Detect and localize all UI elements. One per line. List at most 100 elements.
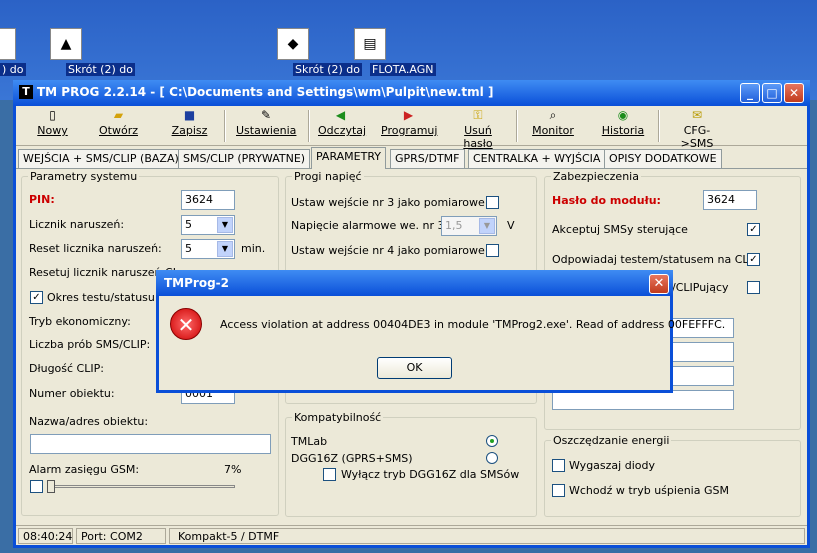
dgg-radio[interactable] <box>486 452 498 464</box>
usp-checkbox[interactable] <box>552 484 565 497</box>
slider-thumb[interactable] <box>47 480 55 493</box>
window-titlebar[interactable]: T TM PROG 2.2.14 - [ C:\Documents and Se… <box>13 80 810 106</box>
new-file-icon: ▯ <box>49 108 56 122</box>
okres-label: Okres testu/statusu co <box>47 291 172 304</box>
toolbar: ▯ Nowy ▰ Otwórz ■ Zapisz ✎ Ustawienia ◀ Odczy… <box>16 106 807 150</box>
toolbar-button-otworz[interactable]: ▰ Otwórz <box>96 108 141 144</box>
toolbar-button-ustawienia[interactable]: ✎ Ustawienia <box>236 108 296 144</box>
ok-button[interactable]: OK <box>377 357 452 379</box>
alarm-checkbox[interactable] <box>30 480 43 493</box>
document-icon: ▤ <box>354 28 386 60</box>
chevron-down-icon: ▼ <box>217 241 233 257</box>
diody-label: Wygaszaj diody <box>569 459 655 472</box>
shortcut-icon: ▲ <box>50 28 82 60</box>
nazwa-label: Nazwa/adres obiektu: <box>29 415 149 428</box>
status-time: 08:40:24 <box>18 528 73 544</box>
diody-checkbox[interactable] <box>552 459 565 472</box>
status-port: Port: COM2 <box>76 528 166 544</box>
alarm3-unit: V <box>507 219 515 232</box>
wylacz-checkbox[interactable] <box>323 468 336 481</box>
haslo-input[interactable]: 3624 <box>703 190 757 210</box>
reset-select[interactable]: 5 ▼ <box>181 239 235 259</box>
tmlab-radio[interactable] <box>486 435 498 447</box>
tab-wejscia[interactable]: WEJŚCIA + SMS/CLIP (BAZA) <box>18 149 184 168</box>
tab-gprs-dtmf[interactable]: GPRS/DTMF <box>390 149 465 168</box>
number-input-4[interactable] <box>552 390 734 410</box>
liczba-label: Liczba prób SMS/CLIP: <box>29 338 151 351</box>
dgg-label: DGG16Z (GPRS+SMS) <box>291 452 413 465</box>
desktop-icon-skrot-1[interactable]: ▲ Skrót (2) do <box>26 28 135 76</box>
odpowiadaj-checkbox[interactable]: ✓ <box>747 253 760 266</box>
status-bar: 08:40:24 Port: COM2 Kompakt-5 / DTMF <box>16 525 807 545</box>
energia-group-label: Oszczędzanie energii <box>551 434 672 447</box>
dialog-close-button[interactable]: ✕ <box>649 274 669 294</box>
params-group-label: Parametry systemu <box>28 170 140 183</box>
alarm3-label: Napięcie alarmowe we. nr 3 <box>291 219 445 232</box>
network-shortcut-icon: ◆ <box>277 28 309 60</box>
dialog-message: Access violation at address 00404DE3 in … <box>220 318 726 331</box>
w3-label: Ustaw wejście nr 3 jako pomiarowe <box>291 196 485 209</box>
toolbar-button-programuj[interactable]: ▶ Programuj <box>381 108 437 144</box>
tmlab-label: TMLab <box>291 435 328 448</box>
program-arrow-icon: ▶ <box>403 108 414 122</box>
open-folder-icon: ▰ <box>113 108 124 122</box>
minimize-button[interactable]: _ <box>740 83 760 103</box>
desktop-icon-label: Skrót (2) do <box>66 63 135 76</box>
akceptuj-label: Akceptuj SMSy sterujące <box>552 223 688 236</box>
tab-opisy[interactable]: OPISY DODATKOWE <box>604 149 722 168</box>
wylacz-label: Wyłącz tryb DGG16Z dla SMSów <box>341 468 520 481</box>
alarm3-select[interactable]: 1,5 ▼ <box>441 216 497 236</box>
akceptuj-checkbox[interactable]: ✓ <box>747 223 760 236</box>
app-logo-icon: T <box>19 85 33 99</box>
alarm-label: Alarm zasięgu GSM: <box>29 463 140 476</box>
haslo-label: Hasło do modułu: <box>552 194 661 207</box>
tab-parametry[interactable]: PARAMETRY <box>311 147 386 169</box>
numer-label: Numer obiektu: <box>29 387 115 400</box>
settings-icon: ✎ <box>260 108 272 122</box>
desktop-icon-label: ) do <box>0 63 26 76</box>
toolbar-button-nowy[interactable]: ▯ Nowy <box>30 108 75 144</box>
monitor-icon: ⌕ <box>549 108 557 122</box>
chevron-down-icon: ▼ <box>479 218 495 234</box>
okres-checkbox[interactable]: ✓ <box>30 291 43 304</box>
energia-group: Oszczędzanie energii <box>544 434 801 517</box>
desktop-icon-label: FLOTA.AGN <box>370 63 436 76</box>
w4-checkbox[interactable] <box>486 244 499 257</box>
pin-label: PIN: <box>29 193 55 206</box>
progi-group-label: Progi napięć <box>292 170 364 183</box>
clip-label: /CLIPujący <box>672 281 729 294</box>
window-title: TM PROG 2.2.14 - [ C:\Documents and Sett… <box>37 85 494 99</box>
close-button[interactable]: ✕ <box>784 83 804 103</box>
reset-label: Reset licznika naruszeń: <box>29 242 162 255</box>
dialog-titlebar[interactable]: TMProg-2 <box>156 270 673 296</box>
maximize-button[interactable]: □ <box>762 83 782 103</box>
desktop-icon-skrot-2[interactable]: ◆ Skrót (2) do <box>253 28 362 76</box>
desktop-icon-flota[interactable]: ▤ FLOTA.AGN <box>330 28 436 76</box>
toolbar-button-cfg-sms[interactable]: ✉ CFG->SMS <box>668 108 726 150</box>
mail-icon: ✉ <box>691 108 703 122</box>
toolbar-button-odczytaj[interactable]: ◀ Odczytaj <box>318 108 366 144</box>
clip-checkbox[interactable] <box>747 281 760 294</box>
pin-input[interactable]: 3624 <box>181 190 235 210</box>
licznik-select[interactable]: 5 ▼ <box>181 215 235 235</box>
w3-checkbox[interactable] <box>486 196 499 209</box>
save-icon: ■ <box>183 108 196 122</box>
nazwa-input[interactable] <box>30 434 271 454</box>
tab-centralka[interactable]: CENTRALKA + WYJŚCIA <box>468 149 606 168</box>
lock-icon: ⚿ <box>473 108 483 122</box>
kompat-group-label: Kompatybilność <box>292 411 384 424</box>
toolbar-button-historia[interactable]: ◉ Historia <box>598 108 648 144</box>
toolbar-button-usun-haslo[interactable]: ⚿ Usuń hasło <box>448 108 508 150</box>
zabez-group-label: Zabezpieczenia <box>551 170 641 183</box>
toolbar-button-monitor[interactable]: ⌕ Monitor <box>528 108 578 144</box>
shortcut-icon <box>0 28 16 60</box>
tab-sms-clip-prywatne[interactable]: SMS/CLIP (PRYWATNE) <box>178 149 311 168</box>
alarm-slider[interactable] <box>30 478 235 494</box>
error-icon: ✕ <box>170 308 202 340</box>
dlugosc-label: Długość CLIP: <box>29 362 104 375</box>
toolbar-button-zapisz[interactable]: ■ Zapisz <box>167 108 212 144</box>
desktop-icon-label: Skrót (2) do <box>293 63 362 76</box>
chevron-down-icon: ▼ <box>217 217 233 233</box>
read-arrow-icon: ◀ <box>335 108 346 122</box>
dialog-title: TMProg-2 <box>164 276 230 290</box>
